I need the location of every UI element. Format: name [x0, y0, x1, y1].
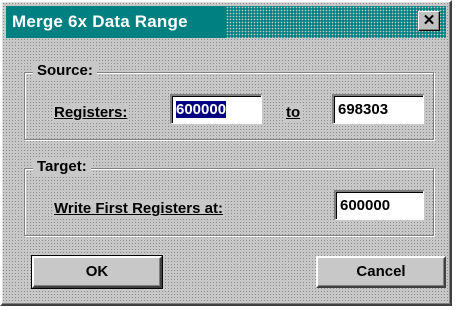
to-label-text: to	[286, 104, 301, 121]
close-icon: ✕	[422, 12, 436, 29]
ok-button-label: OK	[85, 263, 109, 280]
titlebar-dither	[226, 6, 446, 38]
write-first-label: Write First Registers at:	[52, 200, 225, 217]
registers-label: Registers:	[52, 104, 130, 121]
write-first-value: 600000	[340, 197, 391, 214]
close-button[interactable]: ✕	[418, 11, 440, 31]
write-first-label-text: Write First Registers at:	[54, 200, 223, 217]
registers-label-text: Registers:	[54, 104, 128, 121]
registers-from-input[interactable]: 600000	[170, 94, 262, 124]
target-legend: Target:	[33, 158, 91, 175]
source-legend: Source:	[33, 62, 97, 79]
write-first-input[interactable]: 600000	[334, 190, 424, 220]
ok-button[interactable]: OK	[31, 255, 163, 289]
window-title: Merge 6x Data Range	[12, 12, 194, 32]
to-label: to	[284, 104, 303, 121]
cancel-button-label: Cancel	[356, 263, 406, 280]
cancel-button[interactable]: Cancel	[316, 256, 446, 288]
registers-to-input[interactable]: 698303	[332, 94, 424, 124]
registers-to-value: 698303	[338, 101, 389, 118]
registers-from-value: 600000	[176, 101, 227, 118]
titlebar[interactable]: Merge 6x Data Range ✕	[6, 6, 446, 38]
merge-dialog: Merge 6x Data Range ✕ Source: Registers:…	[0, 0, 452, 306]
